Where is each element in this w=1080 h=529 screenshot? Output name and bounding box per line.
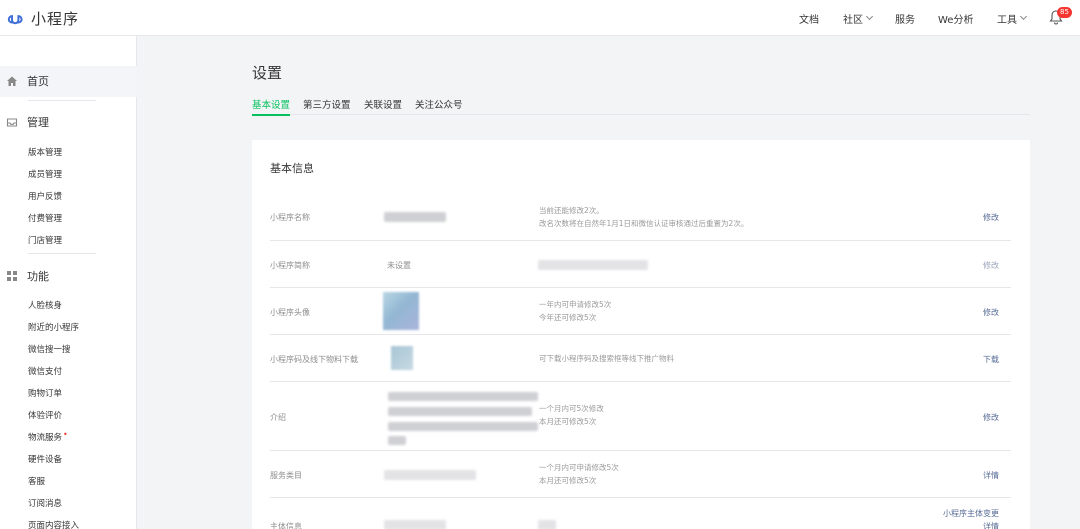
redacted-desc xyxy=(538,260,648,270)
edit-short-name-link[interactable]: 修改 xyxy=(983,260,999,271)
row-desc-line1: 一年内可申请修改5次 xyxy=(539,300,612,309)
nav-tools-label: 工具 xyxy=(997,14,1017,26)
sidebar: 首页 管理 版本管理 成员管理 用户反馈 付费管理 门店管理 功能 人脸核身 附… xyxy=(0,36,137,529)
redacted-value xyxy=(384,212,446,222)
nav-analytics-label: We分析 xyxy=(938,14,974,26)
tab-third-party[interactable]: 第三方设置 xyxy=(303,97,351,115)
row-desc-line2: 今年还可修改5次 xyxy=(539,313,597,322)
sidebar-section-manage[interactable]: 管理 xyxy=(6,114,49,130)
sidebar-item-home-label: 首页 xyxy=(27,75,49,88)
redacted-entity-desc xyxy=(538,520,556,529)
info-row-avatar: 小程序头像 一年内可申请修改5次 今年还可修改5次 修改 xyxy=(270,288,1011,335)
sidebar-section-features[interactable]: 功能 xyxy=(6,268,49,284)
nav-docs[interactable]: 文档 xyxy=(799,0,819,36)
redacted-intro-line1 xyxy=(388,392,538,401)
sidebar-item-hardware[interactable]: 硬件设备 xyxy=(28,453,62,465)
download-link[interactable]: 下载 xyxy=(983,354,999,365)
card-title: 基本信息 xyxy=(270,162,314,175)
info-row-intro: 介绍 一个月内可5次修改 本月还可修改5次 修改 xyxy=(270,382,1011,451)
row-desc-line2: 本月还可修改5次 xyxy=(539,476,597,485)
app-logo[interactable]: 小程序 xyxy=(5,8,79,28)
home-icon xyxy=(7,76,17,86)
nav-analytics[interactable]: We分析 xyxy=(938,0,973,36)
sidebar-item-reviews[interactable]: 体验评价 xyxy=(28,409,62,421)
nav-community[interactable]: 社区 xyxy=(843,0,874,36)
info-row-category: 服务类目 一个月内可申请修改5次 本月还可修改5次 详情 xyxy=(270,451,1011,498)
nav-docs-label: 文档 xyxy=(799,14,819,26)
tab-follow-official[interactable]: 关注公众号 xyxy=(415,97,463,115)
sidebar-item-home[interactable]: 首页 xyxy=(6,73,49,89)
row-desc: 可下载小程序码及搜索框等线下推广物料 xyxy=(539,354,674,363)
edit-name-link[interactable]: 修改 xyxy=(983,212,999,223)
sidebar-item-customer-service[interactable]: 客服 xyxy=(28,475,45,487)
sidebar-item-version[interactable]: 版本管理 xyxy=(28,146,62,158)
sidebar-section-features-label: 功能 xyxy=(27,270,49,283)
nav-services-label: 服务 xyxy=(895,14,915,26)
nav-community-label: 社区 xyxy=(843,14,863,26)
chevron-down-icon xyxy=(1019,12,1028,20)
sidebar-item-wechat-pay[interactable]: 微信支付 xyxy=(28,365,62,377)
tab-basic-settings[interactable]: 基本设置 xyxy=(252,97,291,116)
notification-badge: 85 xyxy=(1057,7,1072,18)
basic-info-card: 基本信息 小程序名称 当前还能修改2次。 改名次数将在自然年1月1日和微信认证审… xyxy=(252,140,1030,529)
page-title: 设置 xyxy=(252,64,283,82)
app-name: 小程序 xyxy=(31,9,80,28)
sidebar-section-manage-label: 管理 xyxy=(27,116,49,129)
info-row-short-name: 小程序简称 未设置 修改 xyxy=(270,241,1011,288)
redacted-intro-line4 xyxy=(388,436,406,445)
sidebar-item-orders[interactable]: 购物订单 xyxy=(28,387,62,399)
row-label: 小程序名称 xyxy=(270,213,310,222)
sidebar-divider xyxy=(28,100,96,101)
new-dot-badge: • xyxy=(63,430,68,439)
entity-details-link[interactable]: 详情 xyxy=(983,521,999,529)
qr-code-thumbnail xyxy=(391,346,413,370)
row-desc-line1: 当前还能修改2次。 xyxy=(539,206,604,215)
row-desc-line2: 本月还可修改5次 xyxy=(539,417,597,426)
row-label: 介绍 xyxy=(270,413,286,422)
sidebar-item-nearby[interactable]: 附近的小程序 xyxy=(28,321,79,333)
settings-tabs: 基本设置 第三方设置 关联设置 关注公众号 xyxy=(252,97,1030,116)
mini-program-avatar xyxy=(383,292,419,330)
mini-program-logo-icon xyxy=(7,15,23,25)
sidebar-item-subscription[interactable]: 订阅消息 xyxy=(28,497,62,509)
info-row-name: 小程序名称 当前还能修改2次。 改名次数将在自然年1月1日和微信认证审核通过后重… xyxy=(270,192,1011,241)
sidebar-divider xyxy=(28,253,96,254)
entity-change-link[interactable]: 小程序主体变更 xyxy=(943,508,999,519)
sidebar-item-members[interactable]: 成员管理 xyxy=(28,168,62,180)
redacted-entity xyxy=(384,520,446,529)
row-label: 小程序头像 xyxy=(270,308,310,317)
row-label: 主体信息 xyxy=(270,522,302,529)
info-row-entity: 主体信息 小程序主体变更 详情 xyxy=(270,498,1011,529)
sidebar-item-search[interactable]: 微信搜一搜 xyxy=(28,343,71,355)
info-row-qrcode: 小程序码及线下物料下载 可下载小程序码及搜索框等线下推广物料 下载 xyxy=(270,335,1011,382)
nav-services[interactable]: 服务 xyxy=(895,0,915,36)
edit-intro-link[interactable]: 修改 xyxy=(983,412,999,423)
redacted-category xyxy=(384,470,476,480)
redacted-intro-line3 xyxy=(388,422,538,431)
sidebar-item-face-verify[interactable]: 人脸核身 xyxy=(28,299,62,311)
redacted-intro-line2 xyxy=(388,407,532,416)
row-label: 服务类目 xyxy=(270,471,302,480)
row-value: 未设置 xyxy=(387,261,411,270)
inbox-icon xyxy=(6,118,18,127)
sidebar-item-payment-manage[interactable]: 付费管理 xyxy=(28,212,62,224)
category-details-link[interactable]: 详情 xyxy=(983,470,999,481)
row-desc-line2: 改名次数将在自然年1月1日和微信认证审核通过后重置为2次。 xyxy=(539,219,749,228)
chevron-down-icon xyxy=(865,12,874,20)
row-desc-line1: 一个月内可5次修改 xyxy=(539,404,604,413)
sidebar-item-content-access[interactable]: 页面内容接入 xyxy=(28,519,79,529)
nav-tools[interactable]: 工具 xyxy=(997,0,1028,36)
tab-linked[interactable]: 关联设置 xyxy=(364,97,402,115)
row-desc-line1: 一个月内可申请修改5次 xyxy=(539,463,619,472)
top-bar: 小程序 文档 社区 服务 We分析 工具 85 xyxy=(0,0,1080,36)
sidebar-item-feedback[interactable]: 用户反馈 xyxy=(28,190,62,202)
edit-avatar-link[interactable]: 修改 xyxy=(983,307,999,318)
row-label: 小程序简称 xyxy=(270,261,310,270)
row-label: 小程序码及线下物料下载 xyxy=(270,355,358,364)
grid-icon xyxy=(7,271,17,281)
sidebar-item-logistics[interactable]: 物流服务• xyxy=(28,430,68,443)
sidebar-item-stores[interactable]: 门店管理 xyxy=(28,234,62,246)
sidebar-item-logistics-label: 物流服务 xyxy=(28,433,63,443)
